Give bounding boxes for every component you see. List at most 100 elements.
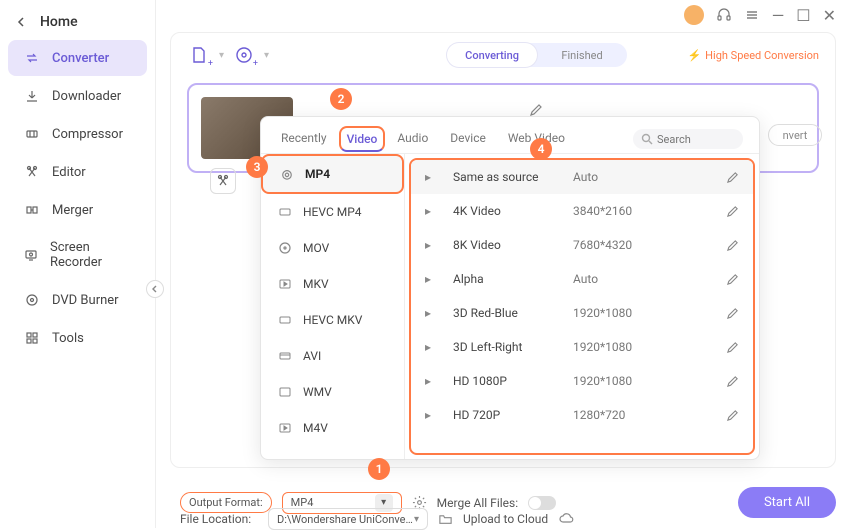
add-file-button[interactable]: + [187,43,211,67]
format-panel: Recently Video Audio Device Web Video ◎M… [260,116,760,460]
sidebar-item-label: Downloader [52,89,121,104]
segment-converting[interactable]: Converting [447,43,537,67]
preset-list: ▸Same as sourceAuto ▸4K Video3840*2160 ▸… [409,158,755,455]
dvd-burner-icon [24,292,40,308]
high-speed-conversion[interactable]: ⚡ High Speed Conversion [687,49,819,62]
screen-recorder-icon [24,247,38,263]
sidebar-item-label: Merger [52,203,93,218]
sidebar-item-label: DVD Burner [52,293,119,308]
format-wmv[interactable]: WMV [261,374,404,410]
play-icon: ▸ [425,306,443,320]
tools-icon [24,330,40,346]
toolbar: + ▾ + ▾ Converting Finished ⚡ High Speed… [171,33,835,77]
sidebar: Home Converter Downloader Compressor Edi… [0,0,156,528]
tab-audio[interactable]: Audio [393,125,432,153]
format-hevc-mp4[interactable]: HEVC MP4 [261,194,404,230]
sidebar-item-label: Tools [52,331,84,346]
preset-row[interactable]: ▸HD 720P1280*720 [411,398,753,432]
tab-recently[interactable]: Recently [277,125,331,153]
cloud-icon[interactable] [558,511,574,527]
edit-preset-icon[interactable] [726,375,739,388]
edit-preset-icon[interactable] [726,409,739,422]
home-row[interactable]: Home [0,6,155,38]
preset-row[interactable]: ▸3D Left-Right1920*1080 [411,330,753,364]
edit-preset-icon[interactable] [726,171,739,184]
close-button[interactable]: ✕ [823,6,836,25]
file-location-select[interactable]: D:\Wondershare UniConverter 1 ▾ [268,508,428,530]
format-tabs: Recently Video Audio Device Web Video [261,117,759,154]
minimize-button[interactable]: — [772,6,785,25]
window-titlebar: — ☐ ✕ [670,0,850,30]
mov-icon [277,240,293,256]
rename-icon[interactable] [529,103,543,117]
preset-row[interactable]: ▸4K Video3840*2160 [411,194,753,228]
preset-row[interactable]: ▸Same as sourceAuto [411,160,753,194]
edit-preset-icon[interactable] [726,205,739,218]
sidebar-item-tools[interactable]: Tools [8,320,147,356]
hevc-icon [277,312,293,328]
status-segment: Converting Finished [447,43,627,67]
sidebar-collapse-handle[interactable] [146,280,164,298]
format-search-input[interactable] [657,133,737,146]
sidebar-item-compressor[interactable]: Compressor [8,116,147,152]
sidebar-item-label: Compressor [52,127,123,142]
format-list: ◎MP4 HEVC MP4 MOV MKV HEVC MKV AVI WMV M… [261,154,405,459]
sidebar-item-dvd-burner[interactable]: DVD Burner [8,282,147,318]
annotation-badge-1: 1 [368,458,390,480]
play-icon: ▸ [425,408,443,422]
play-icon: ▸ [425,204,443,218]
convert-button[interactable]: nvert [768,124,822,146]
folder-icon[interactable] [438,512,453,527]
edit-preset-icon[interactable] [726,239,739,252]
sidebar-item-screen-recorder[interactable]: Screen Recorder [8,230,147,280]
tab-video[interactable]: Video [339,126,386,152]
preset-row[interactable]: ▸3D Red-Blue1920*1080 [411,296,753,330]
sidebar-item-label: Editor [52,165,86,180]
sidebar-item-converter[interactable]: Converter [8,40,147,76]
headset-icon[interactable] [716,7,732,23]
add-dvd-button[interactable]: + [232,43,256,67]
menu-icon[interactable] [744,7,760,23]
edit-preset-icon[interactable] [726,273,739,286]
edit-preset-icon[interactable] [726,341,739,354]
format-hevc-mkv[interactable]: HEVC MKV [261,302,404,338]
home-label: Home [40,14,78,30]
format-search[interactable] [633,129,743,149]
sidebar-item-merger[interactable]: Merger [8,192,147,228]
trim-row [210,168,236,194]
annotation-badge-2: 2 [330,88,352,110]
scissors-icon[interactable] [210,168,236,194]
segment-finished[interactable]: Finished [537,43,627,67]
back-icon[interactable] [16,16,28,28]
chevron-down-icon: ▾ [414,514,419,525]
merger-icon [24,202,40,218]
play-icon: ▸ [425,238,443,252]
format-avi[interactable]: AVI [261,338,404,374]
search-icon [641,133,653,145]
target-icon: ◎ [279,166,295,182]
format-mp4[interactable]: ◎MP4 [261,154,404,194]
editor-icon [24,164,40,180]
maximize-button[interactable]: ☐ [796,6,810,25]
mkv-icon [277,276,293,292]
downloader-icon [24,88,40,104]
play-icon: ▸ [425,170,443,184]
preset-row[interactable]: ▸HD 1080P1920*1080 [411,364,753,398]
edit-preset-icon[interactable] [726,307,739,320]
file-location-label: File Location: [180,512,258,526]
preset-row[interactable]: ▸8K Video7680*4320 [411,228,753,262]
user-avatar[interactable] [684,5,704,25]
avi-icon [277,348,293,364]
sidebar-item-editor[interactable]: Editor [8,154,147,190]
sidebar-item-downloader[interactable]: Downloader [8,78,147,114]
hevc-icon [277,204,293,220]
format-m4v[interactable]: M4V [261,410,404,446]
format-mov[interactable]: MOV [261,230,404,266]
tab-device[interactable]: Device [446,125,490,153]
wmv-icon [277,384,293,400]
lightning-icon: ⚡ [687,49,701,62]
bottom-bar-row2: File Location: D:\Wondershare UniConvert… [180,508,836,530]
preset-row[interactable]: ▸AlphaAuto [411,262,753,296]
format-mkv[interactable]: MKV [261,266,404,302]
play-icon: ▸ [425,374,443,388]
